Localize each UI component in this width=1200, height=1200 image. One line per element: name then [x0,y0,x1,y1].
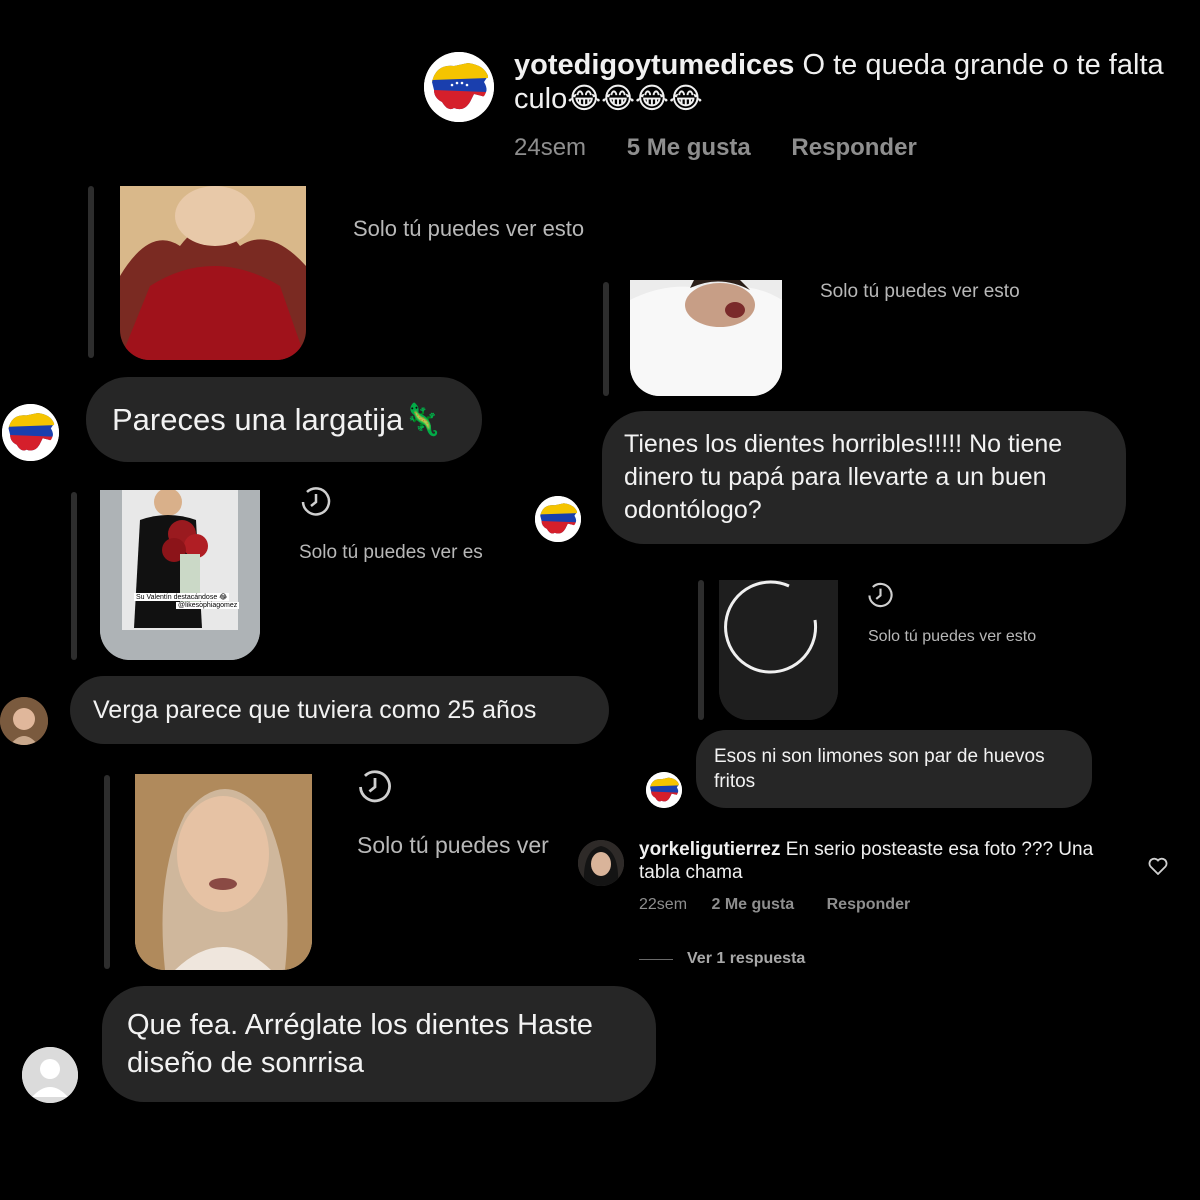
story-photo-selfie [135,774,312,970]
loading-spinner-icon [719,580,838,720]
thread-bar-4 [698,580,704,720]
story-thumbnail-1[interactable] [120,186,306,360]
top-comment-meta: 24sem 5 Me gusta Responder [514,134,951,162]
only-you-label-1: Solo tú puedes ver esto [353,216,585,241]
profile-photo-icon [0,697,48,745]
reply-text-4: Esos ni son limones son par de huevos fr… [714,746,1045,792]
history-icon [299,485,333,519]
reply-text-5: Que fea. Arréglate los dientes Haste dis… [127,1009,593,1079]
top-comment-body: yotedigoytumedices O te queda grande o t… [514,48,1194,116]
only-you-label-4: Solo tú puedes ver esto [868,628,1037,645]
view-replies-button[interactable]: Ver 1 respuesta [687,950,805,968]
story-thumbnail-2[interactable] [630,280,782,396]
reply-bubble-5[interactable]: Que fea. Arréglate los dientes Haste dis… [102,986,656,1102]
venezuela-map-icon [424,52,494,122]
avatar-user-3[interactable] [0,697,48,745]
avatar-venezuela-top[interactable] [424,52,494,122]
story-photo-flowers [100,490,260,660]
story-photo-pillow [630,280,782,396]
thread-bar-1 [88,186,94,358]
only-you-label-2: Solo tú puedes ver esto [820,281,1020,302]
avatar-venezuela-4[interactable] [646,772,682,808]
heart-icon[interactable] [1148,857,1168,875]
story-thumbnail-3[interactable]: Su Valentín destacándose 😂 @likesophiago… [100,490,260,660]
story-photo-red-top [120,186,306,360]
thread-bar-5 [104,775,110,969]
reply-bubble-4[interactable]: Esos ni son limones son par de huevos fr… [696,730,1092,808]
story-caption-1: Su Valentín destacándose 😂 [134,593,230,601]
comment-2-body: yorkeligutierrez En serio posteaste esa … [639,838,1129,884]
story-caption-2: @likesophiagomez [176,602,240,609]
reply-text-3: Verga parece que tuviera como 25 años [93,695,537,724]
reply-bubble-2[interactable]: Tienes los dientes horribles!!!!! No tie… [602,411,1126,544]
history-icon [866,581,895,610]
thread-bar-3 [71,492,77,660]
top-comment-likes[interactable]: 5 Me gusta [627,134,751,161]
avatar-venezuela-2[interactable] [535,496,581,542]
top-comment-time: 24sem [514,134,587,161]
story-thumbnail-5[interactable] [135,774,312,970]
reply-text-1: Pareces una largatija🦎 [112,402,442,437]
view-replies-line [639,959,673,960]
venezuela-map-icon [535,496,581,542]
thread-bar-2 [603,282,609,396]
story-thumbnail-4[interactable] [719,580,838,720]
venezuela-map-icon [646,772,682,808]
comment-2-likes[interactable]: 2 Me gusta [711,896,794,913]
profile-photo-icon [578,840,624,886]
top-comment-reply-button[interactable]: Responder [791,134,916,161]
avatar-venezuela-1[interactable] [2,404,59,461]
avatar-yorkeligutierrez[interactable] [578,840,624,886]
comment-2-reply-button[interactable]: Responder [827,896,911,913]
venezuela-map-icon [2,404,59,461]
comment-2-time: 22sem [639,896,688,913]
reply-bubble-1[interactable]: Pareces una largatija🦎 [86,377,482,462]
only-you-label-5: Solo tú puedes ver [357,832,549,858]
reply-text-2: Tienes los dientes horribles!!!!! No tie… [624,430,1063,524]
only-you-label-3: Solo tú puedes ver es [299,542,483,563]
top-comment-username[interactable]: yotedigoytumedices [514,49,794,81]
reply-bubble-3[interactable]: Verga parece que tuviera como 25 años [70,676,609,744]
comment-2-username[interactable]: yorkeligutierrez [639,839,781,860]
comment-2-meta: 22sem 2 Me gusta Responder [639,896,944,914]
default-avatar-icon[interactable] [22,1047,78,1103]
history-icon [356,768,394,806]
